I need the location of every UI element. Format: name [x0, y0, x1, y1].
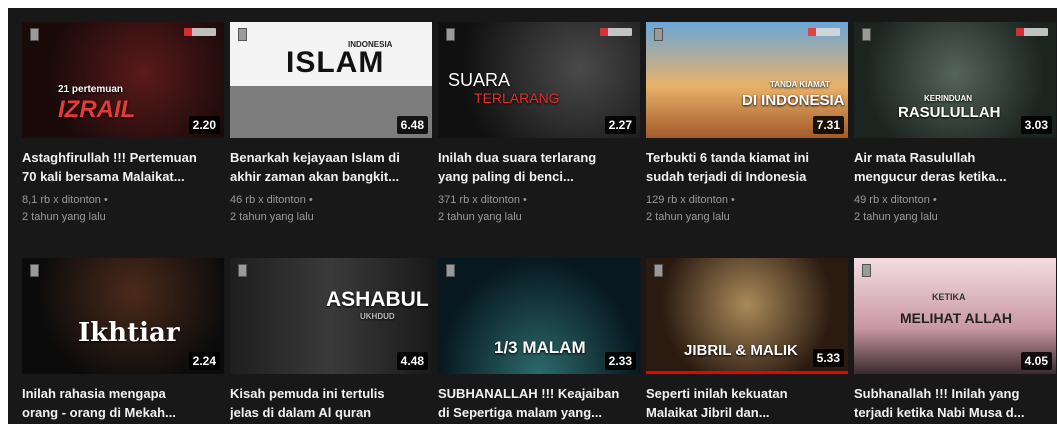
channel-logo-icon: [30, 264, 39, 277]
video-title[interactable]: Inilah rahasia mengapa orang - orang di …: [22, 384, 220, 422]
video-thumbnail[interactable]: ASHABUL UKHDUD 4.48: [230, 258, 432, 374]
video-duration: 2.24: [188, 352, 220, 370]
view-count: 49 rb x ditonton •: [854, 194, 937, 206]
video-thumbnail[interactable]: 21 pertemuan IZRAIL 2.20: [22, 22, 224, 138]
video-duration: 3.03: [1020, 116, 1052, 134]
channel-logo-icon: [446, 264, 455, 277]
channel-logo-icon: [862, 28, 871, 41]
video-duration: 2.33: [604, 352, 636, 370]
thumbnail-subtitle: TERLARANG: [474, 90, 560, 106]
view-count: 8,1 rb x ditonton •: [22, 194, 108, 206]
video-meta: 46 rb x ditonton • 2 tahun yang lalu: [230, 192, 432, 226]
thumbnail-subtitle: UKHDUD: [360, 312, 395, 321]
video-title[interactable]: Air mata Rasulullah mengucur deras ketik…: [854, 148, 1052, 186]
channel-badge: [184, 28, 216, 36]
channel-logo-icon: [238, 264, 247, 277]
watch-progress-bar: [646, 371, 848, 374]
video-meta: 129 rb x ditonton • 2 tahun yang lalu: [646, 192, 848, 226]
video-thumbnail[interactable]: INDONESIA ISLAM 6.48: [230, 22, 432, 138]
thumbnail-subtitle: KERINDUAN: [924, 94, 972, 103]
view-count: 371 rb x ditonton •: [438, 194, 527, 206]
video-thumbnail[interactable]: Ikhtiar 2.24: [22, 258, 224, 374]
video-meta: 371 rb x ditonton • 2 tahun yang lalu: [438, 192, 640, 226]
channel-logo-icon: [654, 28, 663, 41]
channel-badge: [1016, 28, 1048, 36]
video-card[interactable]: TANDA KIAMAT DI INDONESIA 7.31 Terbukti …: [646, 22, 848, 226]
video-thumbnail[interactable]: KERINDUAN RASULULLAH 3.03: [854, 22, 1056, 138]
video-card[interactable]: KERINDUAN RASULULLAH 3.03 Air mata Rasul…: [854, 22, 1056, 226]
video-card[interactable]: ASHABUL UKHDUD 4.48 Kisah pemuda ini ter…: [230, 258, 432, 422]
thumbnail-title: RASULULLAH: [898, 104, 1001, 121]
video-duration: 6.48: [396, 116, 428, 134]
video-thumbnail[interactable]: TANDA KIAMAT DI INDONESIA 7.31: [646, 22, 848, 138]
thumbnail-title: ISLAM: [286, 46, 385, 79]
video-title[interactable]: Terbukti 6 tanda kiamat ini sudah terjad…: [646, 148, 844, 186]
video-title[interactable]: Astaghfirullah !!! Pertemuan 70 kali ber…: [22, 148, 220, 186]
channel-logo-icon: [862, 264, 871, 277]
thumbnail-subtitle: TANDA KIAMAT: [770, 80, 830, 89]
thumbnail-subtitle: 21 pertemuan: [58, 84, 124, 95]
view-count: 46 rb x ditonton •: [230, 194, 313, 206]
upload-age: 2 tahun yang lalu: [646, 211, 730, 223]
video-card[interactable]: SUARA TERLARANG 2.27 Inilah dua suara te…: [438, 22, 640, 226]
video-duration: 2.27: [604, 116, 636, 134]
upload-age: 2 tahun yang lalu: [854, 211, 938, 223]
video-title[interactable]: Benarkah kejayaan Islam di akhir zaman a…: [230, 148, 428, 186]
video-title[interactable]: Subhanallah !!! Inilah yang terjadi keti…: [854, 384, 1052, 422]
view-count: 129 rb x ditonton •: [646, 194, 735, 206]
channel-logo-icon: [238, 28, 247, 41]
channel-badge: [600, 28, 632, 36]
upload-age: 2 tahun yang lalu: [438, 211, 522, 223]
video-card[interactable]: 21 pertemuan IZRAIL 2.20 Astaghfirullah …: [22, 22, 224, 226]
video-thumbnail[interactable]: 1/3 MALAM 2.33: [438, 258, 640, 374]
channel-badge: [808, 28, 840, 36]
upload-age: 2 tahun yang lalu: [22, 211, 106, 223]
channel-logo-icon: [446, 28, 455, 41]
video-card[interactable]: KETIKA MELIHAT ALLAH 4.05 Subhanallah !!…: [854, 258, 1056, 422]
video-card[interactable]: Ikhtiar 2.24 Inilah rahasia mengapa oran…: [22, 258, 224, 422]
video-title[interactable]: Kisah pemuda ini tertulis jelas di dalam…: [230, 384, 428, 422]
video-duration: 4.05: [1020, 352, 1052, 370]
video-meta: 49 rb x ditonton • 2 tahun yang lalu: [854, 192, 1056, 226]
thumbnail-title: SUARA: [448, 70, 511, 90]
channel-logo-icon: [30, 28, 39, 41]
channel-logo-icon: [654, 264, 663, 277]
video-thumbnail[interactable]: JIBRIL & MALIK 5.33: [646, 258, 848, 374]
video-title[interactable]: Inilah dua suara terlarang yang paling d…: [438, 148, 636, 186]
video-title[interactable]: Seperti inilah kekuatan Malaikat Jibril …: [646, 384, 844, 422]
video-card[interactable]: 1/3 MALAM 2.33 SUBHANALLAH !!! Keajaiban…: [438, 258, 640, 422]
thumbnail-title: 1/3 MALAM: [494, 338, 586, 357]
video-duration: 2.20: [188, 116, 220, 134]
thumbnail-title: Ikhtiar: [78, 318, 180, 348]
video-duration: 7.31: [812, 116, 844, 134]
video-title[interactable]: SUBHANALLAH !!! Keajaiban di Sepertiga m…: [438, 384, 636, 422]
video-meta: 8,1 rb x ditonton • 2 tahun yang lalu: [22, 192, 224, 226]
upload-age: 2 tahun yang lalu: [230, 211, 314, 223]
thumbnail-subtitle: KETIKA: [932, 292, 966, 302]
thumbnail-title: MELIHAT ALLAH: [900, 310, 1012, 326]
thumbnail-title: DI INDONESIA: [742, 92, 845, 109]
video-card[interactable]: INDONESIA ISLAM 6.48 Benarkah kejayaan I…: [230, 22, 432, 226]
video-card[interactable]: JIBRIL & MALIK 5.33 Seperti inilah kekua…: [646, 258, 848, 422]
video-grid: 21 pertemuan IZRAIL 2.20 Astaghfirullah …: [8, 8, 1057, 424]
thumbnail-title: ASHABUL: [326, 288, 429, 311]
video-thumbnail[interactable]: SUARA TERLARANG 2.27: [438, 22, 640, 138]
video-duration: 4.48: [396, 352, 428, 370]
thumbnail-title: IZRAIL: [58, 96, 136, 123]
video-thumbnail[interactable]: KETIKA MELIHAT ALLAH 4.05: [854, 258, 1056, 374]
video-duration: 5.33: [812, 349, 844, 367]
thumbnail-title: JIBRIL & MALIK: [684, 342, 798, 359]
